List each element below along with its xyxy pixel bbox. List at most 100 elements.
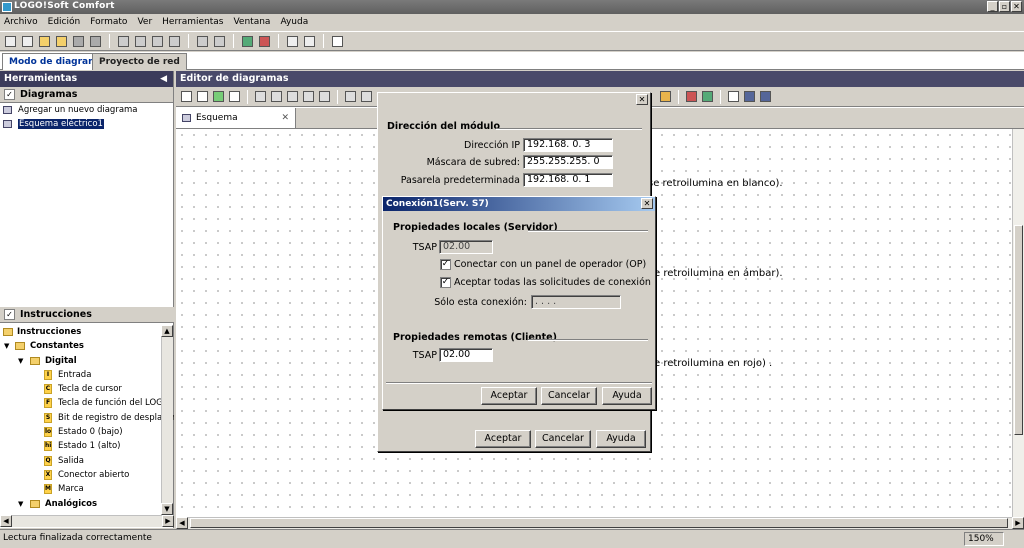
window-title: LOGO!Soft Comfort <box>14 1 115 11</box>
connection-accept-button[interactable]: Aceptar <box>481 387 537 405</box>
canvas-horizontal-scrollbar[interactable]: ◀ ▶ <box>176 517 1024 529</box>
select-tool-icon[interactable] <box>179 89 194 104</box>
module-cancel-button[interactable]: Cancelar <box>535 430 591 448</box>
scroll-right-icon[interactable]: ▶ <box>162 515 174 527</box>
close-icon[interactable]: ✕ <box>641 198 653 209</box>
simulation-icon[interactable] <box>684 89 699 104</box>
group-icon[interactable] <box>343 89 358 104</box>
delete-icon[interactable] <box>116 34 131 49</box>
remote-tsap-field[interactable]: 02.00 <box>439 348 493 362</box>
diagram-icon <box>182 114 191 122</box>
instructions-section-header[interactable]: ✓ Instrucciones <box>0 307 174 323</box>
tree-item[interactable]: C Tecla de cursor <box>0 382 174 396</box>
connection-help-button[interactable]: Ayuda <box>602 387 652 405</box>
collapse-check-icon[interactable]: ✓ <box>4 309 15 320</box>
close-icon[interactable]: ✕ <box>636 94 648 105</box>
scroll-left-icon[interactable]: ◀ <box>0 515 12 527</box>
logo-to-pc-icon[interactable] <box>257 34 272 49</box>
text-tool-icon[interactable] <box>227 89 242 104</box>
collapse-check-icon[interactable]: ✓ <box>4 89 15 100</box>
align-top-icon[interactable] <box>285 89 300 104</box>
undo-icon[interactable] <box>195 34 210 49</box>
align-middle-icon[interactable] <box>301 89 316 104</box>
save-icon[interactable] <box>71 34 86 49</box>
tree-item[interactable]: M Marca <box>0 482 174 496</box>
module-help-button[interactable]: Ayuda <box>596 430 646 448</box>
connection-cancel-button[interactable]: Cancelar <box>541 387 597 405</box>
canvas-vertical-scrollbar[interactable] <box>1012 129 1024 517</box>
tree-constants[interactable]: ▼ Constantes <box>0 339 174 353</box>
align-center-icon[interactable] <box>269 89 284 104</box>
move-up-icon[interactable] <box>758 89 773 104</box>
tree-item[interactable]: I Entrada <box>0 368 174 382</box>
close-tab-icon[interactable]: ✕ <box>281 108 289 128</box>
tree-item[interactable]: S Bit de registro de desplazam <box>0 411 174 425</box>
align-bottom-icon[interactable] <box>317 89 332 104</box>
maximize-button[interactable]: ▫ <box>999 1 1010 12</box>
close-button[interactable]: ✕ <box>1011 1 1022 12</box>
tree-vertical-scrollbar[interactable]: ▲ ▼ <box>161 325 173 515</box>
menu-ayuda[interactable]: Ayuda <box>280 17 308 27</box>
module-dialog-titlebar: ✕ <box>378 93 650 107</box>
menu-herramientas[interactable]: Herramientas <box>162 17 223 27</box>
menu-ver[interactable]: Ver <box>137 17 152 27</box>
ungroup-icon[interactable] <box>359 89 374 104</box>
minimize-button[interactable]: _ <box>987 1 998 12</box>
redo-icon[interactable] <box>212 34 227 49</box>
tree-item[interactable]: lo Estado 0 (bajo) <box>0 425 174 439</box>
scroll-down-icon[interactable]: ▼ <box>161 503 173 515</box>
tree-item[interactable]: F Tecla de función del LOGO! T <box>0 396 174 410</box>
scroll-left-icon[interactable]: ◀ <box>176 517 188 529</box>
document-tab[interactable]: Esquema eléctrico1.lsc ✕ <box>176 108 296 143</box>
tree-root[interactable]: Instrucciones <box>0 325 174 339</box>
gateway-field[interactable]: 192.168. 0. 1 <box>523 173 613 187</box>
connection-dialog-title: Conexión1(Serv. S7) <box>386 199 489 209</box>
add-diagram-item[interactable]: Agregar un nuevo diagrama <box>0 103 173 117</box>
subnet-mask-field[interactable]: 255.255.255. 0 <box>523 155 613 169</box>
page-layout-icon[interactable] <box>726 89 741 104</box>
open-folder-icon[interactable] <box>54 34 69 49</box>
only-connection-label: Sólo esta conexión: <box>434 297 527 308</box>
tree-item[interactable]: Q Salida <box>0 454 174 468</box>
tree-item[interactable]: X Conector abierto <box>0 468 174 482</box>
cut-icon[interactable] <box>133 34 148 49</box>
menu-formato[interactable]: Formato <box>90 17 127 27</box>
scroll-up-icon[interactable]: ▲ <box>161 325 173 337</box>
tree-digital[interactable]: ▼ Digital <box>0 354 174 368</box>
block-tool-icon[interactable] <box>211 89 226 104</box>
scroll-thumb[interactable] <box>1014 225 1023 435</box>
tree-item[interactable]: hi Estado 1 (alto) <box>0 439 174 453</box>
menu-ventana[interactable]: Ventana <box>233 17 270 27</box>
connect-tool-icon[interactable] <box>195 89 210 104</box>
menu-archivo[interactable]: Archivo <box>4 17 38 27</box>
new-icon[interactable] <box>3 34 18 49</box>
local-tsap-field[interactable]: 02.00 <box>439 240 493 254</box>
only-connection-field[interactable]: . . . . <box>531 295 621 309</box>
window-icon[interactable] <box>302 34 317 49</box>
diagram-item-esquema[interactable]: Esquema eléctrico1 <box>0 117 173 131</box>
scroll-right-icon[interactable]: ▶ <box>1012 517 1024 529</box>
align-left-icon[interactable] <box>253 89 268 104</box>
pc-to-logo-icon[interactable] <box>240 34 255 49</box>
copy-icon[interactable] <box>150 34 165 49</box>
tree-analog[interactable]: ▼ Analógicos <box>0 497 174 511</box>
diagrams-section-header[interactable]: ✓ Diagramas <box>0 87 173 103</box>
collapse-arrow-icon[interactable]: ◀ <box>160 71 167 87</box>
io-icon[interactable] <box>658 89 673 104</box>
scroll-thumb[interactable] <box>190 518 1008 528</box>
op-panel-checkbox[interactable]: ✓ <box>440 259 451 270</box>
move-down-icon[interactable] <box>742 89 757 104</box>
menu-edicion[interactable]: Edición <box>48 17 81 27</box>
module-accept-button[interactable]: Aceptar <box>475 430 531 448</box>
tab-network-project[interactable]: Proyecto de red <box>92 53 187 70</box>
accept-all-checkbox[interactable]: ✓ <box>440 277 451 288</box>
print-icon[interactable] <box>88 34 103 49</box>
open-icon[interactable] <box>37 34 52 49</box>
help-pointer-icon[interactable] <box>330 34 345 49</box>
online-test-icon[interactable] <box>700 89 715 104</box>
tree-horizontal-scrollbar[interactable]: ◀ ▶ <box>0 515 174 527</box>
split-view-icon[interactable] <box>285 34 300 49</box>
paste-icon[interactable] <box>167 34 182 49</box>
ip-address-field[interactable]: 192.168. 0. 3 <box>523 138 613 152</box>
new-dropdown-icon[interactable] <box>20 34 35 49</box>
